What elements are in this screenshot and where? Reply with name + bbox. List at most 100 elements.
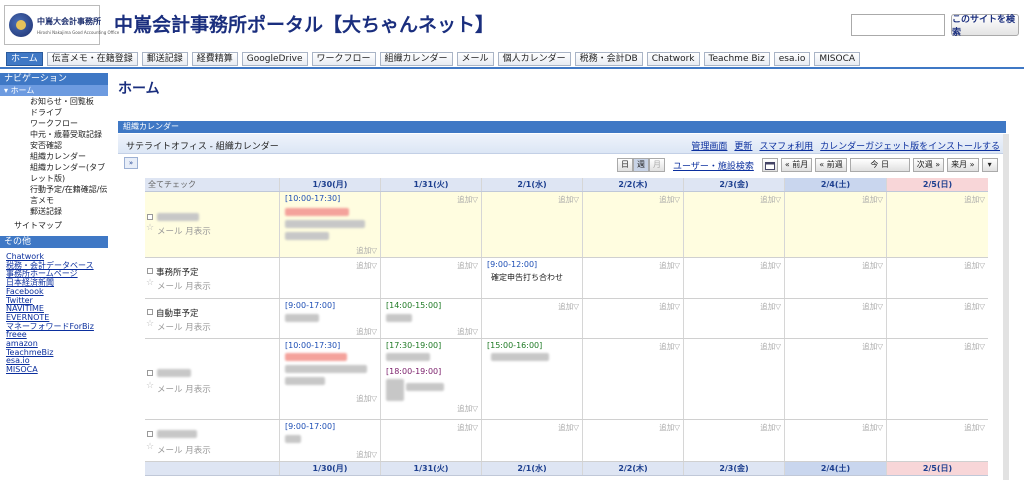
day-header[interactable]: 1/31(火): [380, 462, 481, 475]
row-checkbox[interactable]: [147, 431, 153, 437]
tab-misoca[interactable]: MISOCA: [814, 52, 861, 66]
favorite-star-icon[interactable]: ☆: [146, 442, 154, 452]
expand-panel-button[interactable]: »: [124, 157, 138, 169]
day-header[interactable]: 1/30(月): [279, 178, 380, 191]
tab-chatwork[interactable]: Chatwork: [646, 52, 700, 66]
sidebar-item-org-calendar[interactable]: 組織カレンダー: [0, 151, 108, 162]
day-cell[interactable]: [17:30-19:00] [18:00-19:00] 追加▽: [380, 339, 481, 419]
add-event-link[interactable]: 追加▽: [760, 194, 781, 205]
add-event-link[interactable]: 追加▽: [760, 301, 781, 312]
day-cell[interactable]: [9:00-17:00] 追加▽: [279, 299, 380, 338]
event-time[interactable]: [9:00-12:00]: [487, 260, 537, 269]
day-cell[interactable]: 追加▽: [582, 258, 683, 298]
event-time[interactable]: [18:00-19:00]: [386, 367, 441, 376]
add-event-link[interactable]: 追加▽: [862, 422, 883, 433]
day-header-sunday[interactable]: 2/5(日): [886, 178, 988, 191]
add-event-link[interactable]: 追加▽: [558, 194, 579, 205]
add-event-link[interactable]: 追加▽: [457, 194, 478, 205]
tab-teachme[interactable]: Teachme Biz: [703, 52, 770, 66]
row-mail-month-link[interactable]: メール 月表示: [157, 280, 211, 292]
add-event-link[interactable]: 追加▽: [457, 326, 478, 337]
day-cell[interactable]: 追加▽: [784, 420, 886, 461]
resource-search-link[interactable]: ユーザー・施設検索: [673, 159, 754, 172]
day-header-saturday[interactable]: 2/4(土): [784, 178, 886, 191]
today-button[interactable]: 今 日: [849, 158, 910, 172]
favorite-star-icon[interactable]: ☆: [146, 223, 154, 233]
day-cell[interactable]: 追加▽: [481, 420, 582, 461]
favorite-star-icon[interactable]: ☆: [146, 319, 154, 329]
add-event-link[interactable]: 追加▽: [356, 260, 377, 271]
row-mail-month-link[interactable]: メール 月表示: [157, 321, 211, 333]
smartphone-link[interactable]: スマフォ利用: [759, 139, 813, 152]
row-mail-month-link[interactable]: メール 月表示: [157, 225, 211, 237]
calendar-picker-icon[interactable]: [761, 158, 778, 172]
add-event-link[interactable]: 追加▽: [964, 260, 985, 271]
day-header[interactable]: 2/3(金): [683, 462, 784, 475]
add-event-link[interactable]: 追加▽: [659, 422, 680, 433]
day-cell[interactable]: [10:00-17:30] 追加▽: [279, 339, 380, 419]
day-cell[interactable]: 追加▽: [886, 299, 988, 338]
view-month-button[interactable]: 月: [649, 158, 665, 172]
tab-org-calendar[interactable]: 組織カレンダー: [379, 52, 453, 66]
day-header-sunday[interactable]: 2/5(日): [886, 462, 988, 475]
day-cell[interactable]: 追加▽: [683, 420, 784, 461]
tab-home[interactable]: ホーム: [6, 52, 43, 66]
row-mail-month-link[interactable]: メール 月表示: [157, 383, 211, 395]
day-cell[interactable]: 追加▽: [886, 258, 988, 298]
tab-mail-log[interactable]: 郵送記録: [141, 52, 188, 66]
day-cell[interactable]: 追加▽: [784, 192, 886, 257]
row-name[interactable]: 事務所予定: [156, 266, 199, 278]
add-event-link[interactable]: 追加▽: [356, 449, 377, 460]
day-cell[interactable]: [9:00-12:00] 確定申告打ち合わせ: [481, 258, 582, 298]
row-checkbox[interactable]: [147, 309, 153, 315]
add-event-link[interactable]: 追加▽: [457, 260, 478, 271]
day-header-saturday[interactable]: 2/4(土): [784, 462, 886, 475]
add-event-link[interactable]: 追加▽: [356, 326, 377, 337]
event-time[interactable]: [10:00-17:30]: [285, 194, 340, 203]
event-time[interactable]: [9:00-17:00]: [285, 301, 335, 310]
day-cell[interactable]: 追加▽: [886, 192, 988, 257]
row-checkbox[interactable]: [147, 214, 153, 220]
tab-personal-calendar[interactable]: 個人カレンダー: [497, 52, 571, 66]
add-event-link[interactable]: 追加▽: [862, 301, 883, 312]
add-event-link[interactable]: 追加▽: [659, 301, 680, 312]
sidebar-item-notices[interactable]: お知らせ・回覧板: [0, 96, 108, 107]
day-header[interactable]: 2/2(木): [582, 462, 683, 475]
day-cell[interactable]: 追加▽: [683, 258, 784, 298]
add-event-link[interactable]: 追加▽: [558, 422, 579, 433]
event-time[interactable]: [14:00-15:00]: [386, 301, 441, 310]
add-event-link[interactable]: 追加▽: [964, 341, 985, 352]
day-cell[interactable]: 追加▽: [481, 192, 582, 257]
add-event-link[interactable]: 追加▽: [760, 341, 781, 352]
add-event-link[interactable]: 追加▽: [457, 403, 478, 414]
site-title[interactable]: 中嶌会計事務所ポータル【大ちゃんネット】: [114, 10, 494, 37]
day-cell[interactable]: 追加▽: [582, 339, 683, 419]
tab-mail[interactable]: メール: [456, 52, 494, 66]
next-week-button[interactable]: 次週 »: [912, 158, 945, 172]
day-cell[interactable]: 追加▽: [481, 299, 582, 338]
tab-workflow[interactable]: ワークフロー: [311, 52, 376, 66]
add-event-link[interactable]: 追加▽: [659, 194, 680, 205]
next-month-button[interactable]: 来月 »: [947, 158, 979, 172]
install-gadget-link[interactable]: カレンダーガジェット版をインストールする: [820, 139, 1000, 152]
tab-memo[interactable]: 伝言メモ・在籍登録: [46, 52, 138, 66]
check-all-link[interactable]: 全てチェック: [148, 178, 196, 191]
day-cell[interactable]: 追加▽: [582, 192, 683, 257]
row-checkbox[interactable]: [147, 268, 153, 274]
view-week-button[interactable]: 週: [633, 158, 649, 172]
day-cell[interactable]: [15:00-16:00]: [481, 339, 582, 419]
sidebar-item-sitemap[interactable]: サイトマップ: [0, 220, 108, 231]
refresh-link[interactable]: 更新: [734, 139, 752, 152]
add-event-link[interactable]: 追加▽: [862, 194, 883, 205]
day-cell[interactable]: [10:00-17:30] 追加▽: [279, 192, 380, 257]
day-cell[interactable]: 追加▽: [784, 339, 886, 419]
sidebar-item-schedule-memo[interactable]: 行動予定/在籍確認/伝言メモ: [0, 184, 108, 206]
day-cell[interactable]: 追加▽: [683, 339, 784, 419]
add-event-link[interactable]: 追加▽: [356, 245, 377, 256]
favorite-star-icon[interactable]: ☆: [146, 381, 154, 391]
event-title[interactable]: 確定申告打ち合わせ: [491, 272, 563, 283]
prev-month-button[interactable]: « 前月: [780, 158, 813, 172]
day-cell[interactable]: 追加▽: [886, 339, 988, 419]
day-cell[interactable]: 追加▽: [683, 299, 784, 338]
event-time[interactable]: [17:30-19:00]: [386, 341, 441, 350]
